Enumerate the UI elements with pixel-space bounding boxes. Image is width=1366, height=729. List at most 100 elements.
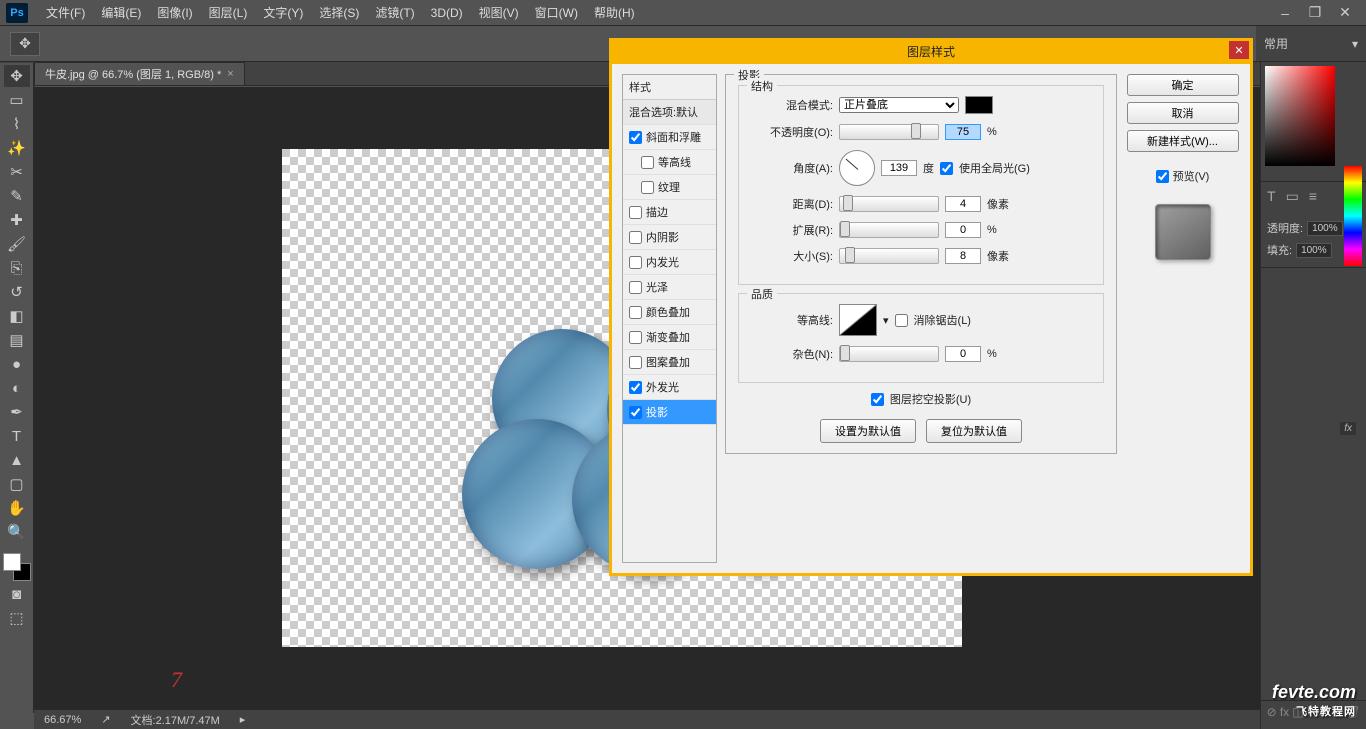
document-tab[interactable]: 牛皮.jpg @ 66.7% (图层 1, RGB/8) * × (34, 62, 245, 85)
zoom-level[interactable]: 66.67% (44, 714, 81, 726)
noise-input[interactable] (945, 346, 981, 362)
menu-3d[interactable]: 3D(D) (423, 3, 471, 23)
style-texture[interactable]: 纹理 (623, 175, 716, 200)
knockout-checkbox[interactable] (871, 393, 884, 406)
menu-edit[interactable]: 编辑(E) (93, 1, 149, 24)
noise-slider[interactable] (839, 346, 939, 362)
zoom-tool[interactable]: 🔍 (4, 521, 30, 543)
style-bevel[interactable]: 斜面和浮雕 (623, 125, 716, 150)
contour-picker[interactable] (839, 304, 877, 336)
move-tool[interactable]: ✥ (4, 65, 30, 87)
style-satin[interactable]: 光泽 (623, 275, 716, 300)
close-tab-icon[interactable]: × (227, 68, 233, 80)
magic-wand-tool[interactable]: ✨ (4, 137, 30, 159)
tool-preset-picker[interactable]: ✥ (10, 32, 40, 56)
presets-dropdown[interactable]: 常用 ▾ (1256, 26, 1366, 62)
gradient-tool[interactable]: ▤ (4, 329, 30, 351)
eyedropper-tool[interactable]: ✎ (4, 185, 30, 207)
style-gradient-overlay[interactable]: 渐变叠加 (623, 325, 716, 350)
menu-view[interactable]: 视图(V) (471, 1, 527, 24)
distance-input[interactable] (945, 196, 981, 212)
shadow-color-swatch[interactable] (965, 96, 993, 114)
layer-fill-value[interactable]: 100% (1296, 243, 1332, 258)
angle-input[interactable] (881, 160, 917, 176)
menu-help[interactable]: 帮助(H) (586, 1, 643, 24)
fx-badge[interactable]: fx (1340, 422, 1356, 435)
menu-image[interactable]: 图像(I) (149, 1, 200, 24)
preview-checkbox[interactable] (1156, 170, 1169, 183)
opacity-slider[interactable] (839, 124, 939, 140)
foreground-color[interactable] (3, 553, 21, 571)
color-field[interactable] (1265, 66, 1335, 166)
style-stroke[interactable]: 描边 (623, 200, 716, 225)
spread-input[interactable] (945, 222, 981, 238)
pen-tool[interactable]: ✒ (4, 401, 30, 423)
satin-checkbox[interactable] (629, 281, 642, 294)
style-outer-glow[interactable]: 外发光 (623, 375, 716, 400)
color-swatches[interactable] (3, 553, 31, 581)
type-tool[interactable]: T (4, 425, 30, 447)
eraser-tool[interactable]: ◧ (4, 305, 30, 327)
style-inner-glow[interactable]: 内发光 (623, 250, 716, 275)
style-inner-shadow[interactable]: 内阴影 (623, 225, 716, 250)
outer-glow-checkbox[interactable] (629, 381, 642, 394)
drop-shadow-checkbox[interactable] (629, 406, 642, 419)
menu-select[interactable]: 选择(S) (311, 1, 367, 24)
close-button[interactable]: ✕ (1330, 3, 1360, 23)
blur-tool[interactable]: ● (4, 353, 30, 375)
dialog-titlebar[interactable]: 图层样式 ✕ (609, 38, 1253, 64)
blend-options-row[interactable]: 混合选项:默认 (623, 100, 716, 125)
opacity-input[interactable] (945, 124, 981, 140)
distance-slider[interactable] (839, 196, 939, 212)
style-pattern-overlay[interactable]: 图案叠加 (623, 350, 716, 375)
crop-tool[interactable]: ✂ (4, 161, 30, 183)
ok-button[interactable]: 确定 (1127, 74, 1239, 96)
style-color-overlay[interactable]: 颜色叠加 (623, 300, 716, 325)
color-overlay-checkbox[interactable] (629, 306, 642, 319)
style-drop-shadow[interactable]: 投影 (623, 400, 716, 425)
menu-window[interactable]: 窗口(W) (527, 1, 586, 24)
menu-filter[interactable]: 滤镜(T) (367, 1, 422, 24)
hue-ramp[interactable] (1344, 166, 1362, 266)
menu-layer[interactable]: 图层(L) (201, 1, 256, 24)
global-light-checkbox[interactable] (940, 162, 953, 175)
pattern-overlay-checkbox[interactable] (629, 356, 642, 369)
new-style-button[interactable]: 新建样式(W)... (1127, 130, 1239, 152)
style-contour[interactable]: 等高线 (623, 150, 716, 175)
align-icon[interactable]: ≡ (1309, 188, 1317, 205)
texture-checkbox[interactable] (641, 181, 654, 194)
screenmode-tool[interactable]: ⬚ (4, 607, 30, 629)
cancel-button[interactable]: 取消 (1127, 102, 1239, 124)
minimize-button[interactable]: – (1270, 3, 1300, 23)
color-panel[interactable] (1261, 62, 1366, 182)
dialog-close-button[interactable]: ✕ (1229, 41, 1249, 59)
healing-tool[interactable]: ✚ (4, 209, 30, 231)
shape-tool[interactable]: ▢ (4, 473, 30, 495)
dodge-tool[interactable]: ◐ (4, 377, 30, 399)
styles-header[interactable]: 样式 (623, 75, 716, 100)
type-icon[interactable]: T (1267, 188, 1276, 205)
antialias-checkbox[interactable] (895, 314, 908, 327)
menu-file[interactable]: 文件(F) (38, 1, 93, 24)
angle-dial[interactable] (839, 150, 875, 186)
set-default-button[interactable]: 设置为默认值 (820, 419, 916, 443)
size-slider[interactable] (839, 248, 939, 264)
blend-mode-select[interactable]: 正片叠底 (839, 97, 959, 113)
brush-tool[interactable]: 🖌 (4, 233, 30, 255)
hand-tool[interactable]: ✋ (4, 497, 30, 519)
size-input[interactable] (945, 248, 981, 264)
stroke-checkbox[interactable] (629, 206, 642, 219)
maximize-button[interactable]: ❐ (1300, 3, 1330, 23)
lasso-tool[interactable]: ⌇ (4, 113, 30, 135)
clone-stamp-tool[interactable]: ⎘ (4, 257, 30, 279)
menu-type[interactable]: 文字(Y) (255, 1, 311, 24)
bevel-checkbox[interactable] (629, 131, 642, 144)
inner-glow-checkbox[interactable] (629, 256, 642, 269)
inner-shadow-checkbox[interactable] (629, 231, 642, 244)
marquee-tool[interactable]: ▭ (4, 89, 30, 111)
reset-default-button[interactable]: 复位为默认值 (926, 419, 1022, 443)
path-select-tool[interactable]: ▲ (4, 449, 30, 471)
quickmask-tool[interactable]: ◙ (4, 583, 30, 605)
history-brush-tool[interactable]: ↺ (4, 281, 30, 303)
paragraph-icon[interactable]: ▭ (1286, 188, 1299, 205)
